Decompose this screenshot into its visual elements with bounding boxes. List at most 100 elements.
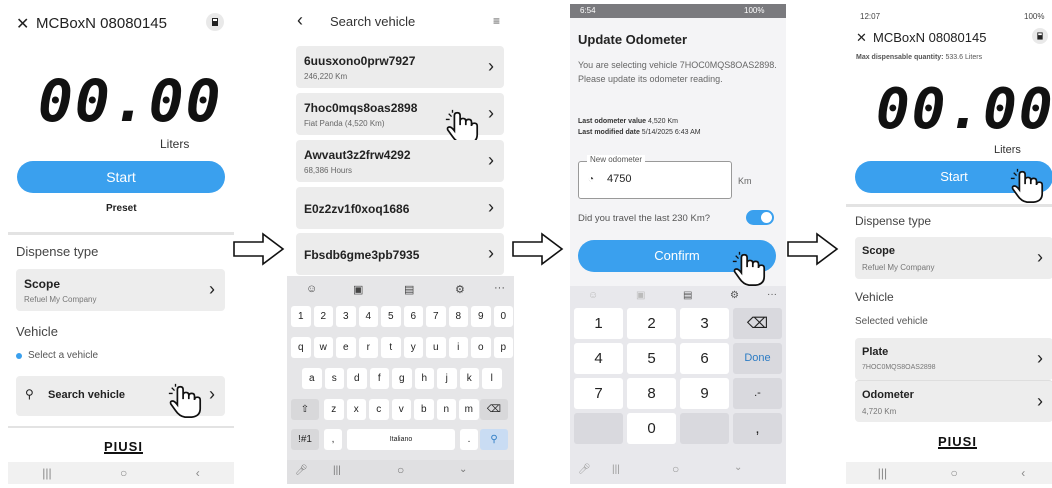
key[interactable]: 5 <box>381 306 401 327</box>
emoji-icon[interactable]: ☺ <box>588 290 598 301</box>
sticker-icon[interactable]: ▣ <box>636 290 645 301</box>
sticker-icon[interactable]: ▣ <box>353 283 363 296</box>
back-arrow-icon[interactable]: ‹ <box>297 10 303 31</box>
dash-key[interactable]: .- <box>733 378 782 409</box>
home-icon[interactable]: ○ <box>397 463 404 477</box>
comma-key[interactable]: , <box>324 429 342 450</box>
settings-icon[interactable]: ⚙ <box>455 283 465 296</box>
numpad-key[interactable]: 0 <box>627 413 676 444</box>
numpad-key[interactable]: 7 <box>574 378 623 409</box>
key[interactable]: m <box>459 399 479 420</box>
key[interactable]: s <box>324 368 344 389</box>
key[interactable]: q <box>291 337 311 358</box>
new-odometer-field[interactable]: New odometer ◔ 4750 <box>578 155 732 199</box>
key[interactable]: 7 <box>426 306 446 327</box>
key[interactable]: b <box>414 399 434 420</box>
travel-toggle[interactable] <box>746 210 774 225</box>
key[interactable]: x <box>346 399 366 420</box>
key[interactable]: u <box>426 337 446 358</box>
blank-key[interactable] <box>574 413 623 444</box>
key[interactable]: o <box>471 337 491 358</box>
hide-keyboard-icon[interactable]: ⌄ <box>459 464 467 475</box>
key[interactable]: 8 <box>448 306 468 327</box>
key[interactable]: 9 <box>471 306 491 327</box>
key[interactable]: l <box>482 368 502 389</box>
key[interactable]: e <box>336 337 356 358</box>
numpad-key[interactable]: 9 <box>680 378 729 409</box>
comma-key[interactable]: , <box>733 413 782 444</box>
key[interactable]: y <box>403 337 423 358</box>
home-icon[interactable]: ○ <box>951 466 958 480</box>
key[interactable]: 0 <box>493 306 513 327</box>
key[interactable]: h <box>414 368 434 389</box>
close-icon[interactable]: ✕ <box>16 14 29 34</box>
key[interactable]: d <box>347 368 367 389</box>
numpad-key[interactable]: 3 <box>680 308 729 339</box>
key[interactable]: 6 <box>403 306 423 327</box>
key[interactable]: z <box>324 399 344 420</box>
numpad-key[interactable]: 4 <box>574 343 623 374</box>
vehicle-list-item[interactable]: 6uusxono0prw7927 246,220 Km › <box>296 46 504 88</box>
settings-icon[interactable]: ⚙ <box>730 290 739 301</box>
key[interactable]: r <box>358 337 378 358</box>
numpad-key[interactable]: 2 <box>627 308 676 339</box>
key[interactable]: p <box>493 337 513 358</box>
backspace-key[interactable]: ⌫ <box>480 399 508 420</box>
key[interactable]: 3 <box>336 306 356 327</box>
vehicle-list-item[interactable]: E0z2zv1f0xoq1686 › <box>296 187 504 229</box>
backspace-key[interactable]: ⌫ <box>733 308 782 339</box>
plate-card[interactable]: Plate 7HOC0MQS8OAS2898 › <box>855 338 1052 380</box>
key[interactable]: 4 <box>358 306 378 327</box>
close-icon[interactable]: ✕ <box>856 30 867 46</box>
key[interactable]: a <box>302 368 322 389</box>
key[interactable]: n <box>436 399 456 420</box>
home-icon[interactable]: ○ <box>672 462 679 476</box>
numpad-key[interactable]: 1 <box>574 308 623 339</box>
back-icon[interactable]: ‹ <box>196 466 200 480</box>
clipboard-icon[interactable]: ▤ <box>404 283 414 296</box>
more-icon[interactable]: ··· <box>767 289 777 300</box>
done-key[interactable]: Done <box>733 343 782 374</box>
numpad-key[interactable]: 5 <box>627 343 676 374</box>
key[interactable]: c <box>369 399 389 420</box>
filter-icon[interactable]: ≡ <box>493 14 500 28</box>
recent-apps-icon[interactable]: ||| <box>333 465 341 476</box>
numpad-key[interactable]: 8 <box>627 378 676 409</box>
fuel-pump-icon[interactable] <box>206 13 224 31</box>
scope-card[interactable]: Scope Refuel My Company › <box>16 269 225 311</box>
key[interactable]: i <box>448 337 468 358</box>
recent-apps-icon[interactable]: ||| <box>612 464 620 475</box>
mic-icon[interactable]: 🎤︎ <box>578 464 591 475</box>
key[interactable]: k <box>459 368 479 389</box>
period-key[interactable]: . <box>460 429 478 450</box>
scope-card[interactable]: Scope Refuel My Company › <box>855 237 1052 279</box>
key[interactable]: g <box>392 368 412 389</box>
more-icon[interactable]: ··· <box>494 282 505 294</box>
key[interactable]: f <box>369 368 389 389</box>
emoji-icon[interactable]: ☺ <box>306 283 317 295</box>
odometer-card[interactable]: Odometer 4,720 Km › <box>855 380 1052 422</box>
shift-key[interactable]: ⇧ <box>291 399 319 420</box>
vehicle-list-item[interactable]: Awvaut3z2frw4292 68,386 Hours › <box>296 140 504 182</box>
start-button[interactable]: Start <box>17 161 225 193</box>
symbols-key[interactable]: !#1 <box>291 429 319 450</box>
space-key[interactable]: Italiano <box>347 429 455 450</box>
key[interactable]: 1 <box>291 306 311 327</box>
search-key[interactable]: ⚲ <box>480 429 508 450</box>
clipboard-icon[interactable]: ▤ <box>683 290 692 301</box>
mic-icon[interactable]: 🎤︎ <box>295 465 308 476</box>
key[interactable]: 2 <box>313 306 333 327</box>
recent-apps-icon[interactable]: ||| <box>42 466 51 480</box>
vehicle-list-item[interactable]: Fbsdb6gme3pb7935 › <box>296 233 504 275</box>
back-icon[interactable]: ‹ <box>1021 466 1025 480</box>
home-icon[interactable]: ○ <box>120 466 127 480</box>
blank-key[interactable] <box>680 413 729 444</box>
key[interactable]: v <box>391 399 411 420</box>
key[interactable]: t <box>381 337 401 358</box>
fuel-pump-icon[interactable] <box>1032 28 1048 44</box>
hide-keyboard-icon[interactable]: ⌄ <box>734 462 742 473</box>
preset-link[interactable]: Preset <box>106 203 137 214</box>
recent-apps-icon[interactable]: ||| <box>878 466 887 480</box>
numpad-key[interactable]: 6 <box>680 343 729 374</box>
key[interactable]: j <box>437 368 457 389</box>
